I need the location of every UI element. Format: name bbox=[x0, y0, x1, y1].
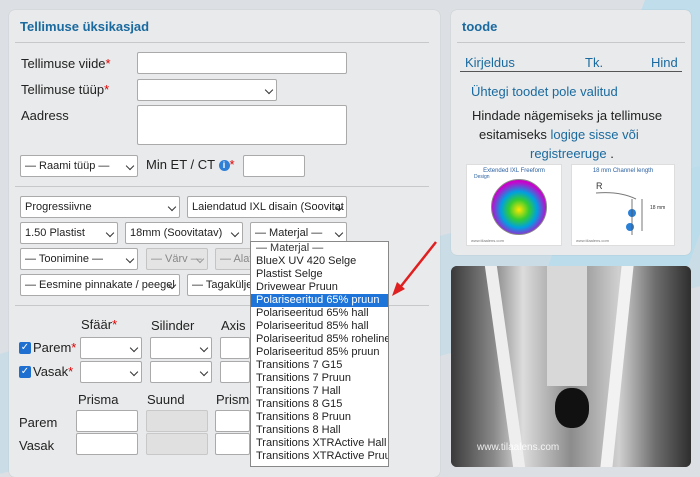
chevron-down-icon bbox=[129, 343, 139, 353]
right-direction-input bbox=[146, 410, 208, 432]
min-et-ct-label: Min ET / CT i * bbox=[146, 157, 235, 172]
cylinder-label: Silinder bbox=[151, 318, 195, 333]
channel-length-thumbnail[interactable]: 18 mm Channel length R 18 mm www.tilaale… bbox=[571, 164, 675, 246]
thumbnail-dimension: 18 mm bbox=[650, 205, 666, 211]
material-option[interactable]: Transitions XTRActive Pruun bbox=[251, 450, 388, 463]
register-link[interactable]: registreeruge bbox=[530, 146, 607, 161]
column-price[interactable]: Hind bbox=[651, 55, 678, 70]
material-option[interactable]: Transitions 8 Hall bbox=[251, 424, 388, 437]
thumbnail-watermark: www.tilaalens.com bbox=[576, 238, 609, 243]
order-reference-input[interactable] bbox=[137, 52, 347, 74]
material-option[interactable]: BlueX UV 420 Selge bbox=[251, 255, 388, 268]
chevron-down-icon bbox=[334, 228, 344, 238]
material-option[interactable]: Transitions 7 Pruun bbox=[251, 372, 388, 385]
prism-right-label: Parem bbox=[19, 415, 58, 430]
divider bbox=[457, 42, 685, 43]
tint-extra-select[interactable]: — Alat bbox=[215, 248, 255, 270]
chevron-down-icon bbox=[264, 85, 274, 95]
divider bbox=[15, 186, 429, 187]
thumbnail-watermark: www.tilaalens.com bbox=[471, 238, 504, 243]
channel-diagram-icon bbox=[595, 192, 643, 235]
left-direction-input bbox=[146, 433, 208, 455]
material-option[interactable]: Transitions 8 G15 bbox=[251, 398, 388, 411]
chevron-down-icon bbox=[199, 367, 209, 377]
front-coating-select[interactable]: — Eesmine pinnakate / peegel bbox=[20, 274, 180, 296]
photo-lens-holder bbox=[547, 266, 587, 386]
login-link[interactable]: logige sisse bbox=[551, 127, 619, 142]
empty-cart-text: Ühtegi toodet pole valitud bbox=[471, 84, 618, 99]
left-prism-input[interactable] bbox=[76, 433, 138, 455]
material-option[interactable]: Polariseeritud 85% pruun bbox=[251, 346, 388, 359]
material-option[interactable]: Transitions 8 Pruun bbox=[251, 411, 388, 424]
order-details-title: Tellimuse üksikasjad bbox=[20, 19, 150, 34]
material-dropdown-list: — Materjal — BlueX UV 420 Selge Plastist S… bbox=[250, 241, 389, 467]
divider bbox=[460, 71, 682, 72]
sphere-label: Sfäär* bbox=[81, 317, 118, 332]
direction-label: Suund bbox=[147, 392, 185, 407]
thumbnail-title: 18 mm Channel length bbox=[592, 168, 654, 174]
right-eye-label: Parem* bbox=[33, 340, 77, 355]
design-type-select[interactable]: Progressiivne bbox=[20, 196, 180, 218]
product-photo: www.tilaalens.com bbox=[451, 266, 691, 467]
login-text-line2: esitamiseks logige sisse või bbox=[479, 127, 639, 142]
right-prism-input[interactable] bbox=[76, 410, 138, 432]
material-option[interactable]: — Materjal — bbox=[251, 242, 388, 255]
left-prism2-input[interactable] bbox=[215, 433, 250, 455]
material-option[interactable]: Plastist Selge bbox=[251, 268, 388, 281]
right-axis-input[interactable] bbox=[220, 337, 250, 359]
freeform-design-thumbnail[interactable]: Extended IXL Freeform Design www.tilaale… bbox=[466, 164, 562, 246]
left-cylinder-select[interactable] bbox=[150, 361, 212, 383]
chevron-down-icon bbox=[129, 367, 139, 377]
chevron-down-icon bbox=[105, 228, 115, 238]
material-index-select[interactable]: 1.50 Plastist bbox=[20, 222, 118, 244]
chevron-down-icon bbox=[230, 228, 240, 238]
chevron-down-icon bbox=[125, 161, 135, 171]
channel-select[interactable]: 18mm (Soovitatav) bbox=[125, 222, 243, 244]
chevron-down-icon bbox=[167, 202, 177, 212]
register-line: registreeruge . bbox=[530, 146, 614, 161]
material-option[interactable]: Transitions 7 G15 bbox=[251, 359, 388, 372]
right-cylinder-select[interactable] bbox=[150, 337, 212, 359]
right-eye-checkbox[interactable]: ✓ bbox=[19, 342, 31, 354]
material-option[interactable]: Polariseeritud 85% roheline bbox=[251, 333, 388, 346]
photo-watermark: www.tilaalens.com bbox=[477, 442, 560, 453]
lens-color-map-icon bbox=[491, 179, 547, 235]
address-label: Aadress bbox=[21, 108, 69, 123]
tint-color-select[interactable]: — Värv — bbox=[146, 248, 208, 270]
chevron-down-icon bbox=[125, 254, 135, 264]
material-option[interactable]: Polariseeritud 65% pruun bbox=[251, 294, 388, 307]
axis-label: Axis bbox=[221, 318, 246, 333]
material-option[interactable]: Polariseeritud 85% hall bbox=[251, 320, 388, 333]
address-textarea[interactable] bbox=[137, 105, 347, 145]
column-quantity[interactable]: Tk. bbox=[585, 55, 603, 70]
photo-lens-object bbox=[555, 388, 589, 428]
material-option[interactable]: Transitions 7 Hall bbox=[251, 385, 388, 398]
back-coating-select[interactable]: — Tagakülje p bbox=[187, 274, 257, 296]
prism-label: Prisma bbox=[78, 392, 119, 407]
left-sphere-select[interactable] bbox=[80, 361, 142, 383]
product-panel-title: toode bbox=[462, 19, 498, 34]
design-select[interactable]: Laiendatud IXL disain (Soovitat bbox=[187, 196, 347, 218]
info-icon[interactable]: i bbox=[218, 160, 230, 171]
order-type-select[interactable] bbox=[137, 79, 277, 101]
right-sphere-select[interactable] bbox=[80, 337, 142, 359]
min-et-ct-input[interactable] bbox=[243, 155, 305, 177]
order-reference-label: Tellimuse viide* bbox=[21, 56, 111, 71]
annotation-arrow-icon bbox=[392, 241, 437, 296]
material-option[interactable]: Drivewear Pruun bbox=[251, 281, 388, 294]
left-axis-input[interactable] bbox=[220, 361, 250, 383]
divider bbox=[15, 42, 429, 43]
tint-select[interactable]: — Toonimine — bbox=[20, 248, 138, 270]
frame-type-select[interactable]: — Raami tüüp — bbox=[20, 155, 138, 177]
column-description[interactable]: Kirjeldus bbox=[465, 55, 515, 70]
left-eye-label: Vasak* bbox=[33, 364, 74, 379]
material-option[interactable]: Polariseeritud 65% hall bbox=[251, 307, 388, 320]
order-type-label: Tellimuse tüüp* bbox=[21, 82, 110, 97]
chevron-down-icon bbox=[199, 343, 209, 353]
login-text-line1: Hindade nägemiseks ja tellimuse bbox=[472, 108, 663, 123]
material-option[interactable]: Transitions XTRActive Hall bbox=[251, 437, 388, 450]
prism-left-label: Vasak bbox=[19, 438, 55, 453]
left-eye-checkbox[interactable]: ✓ bbox=[19, 366, 31, 378]
right-prism2-input[interactable] bbox=[215, 410, 250, 432]
